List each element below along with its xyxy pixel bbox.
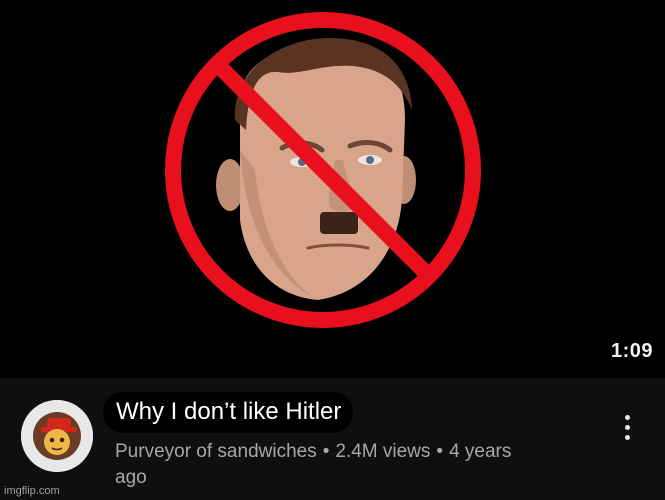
separator-dot: • (322, 441, 330, 462)
video-duration-badge: 1:09 (610, 340, 653, 362)
upload-age: 4 years (449, 441, 512, 462)
more-vertical-icon[interactable] (620, 415, 634, 445)
video-thumbnail[interactable]: 1:09 (0, 0, 665, 378)
imgflip-watermark: imgflip.com (4, 485, 60, 497)
separator-dot: • (436, 441, 444, 462)
thumbnail-artwork (0, 0, 665, 378)
video-card[interactable]: 1:09 Why I don’t like Hitler Purveyor of… (0, 0, 665, 500)
channel-name[interactable]: Purveyor of sandwiches (115, 441, 317, 462)
view-count: 2.4M views (335, 441, 431, 462)
video-title[interactable]: Why I don’t like Hitler (103, 392, 354, 433)
channel-avatar[interactable] (21, 400, 93, 472)
video-info-bar: Why I don’t like Hitler Purveyor of sand… (0, 378, 665, 500)
upload-age-suffix: ago (115, 467, 147, 488)
menu-dot (624, 425, 630, 430)
avatar-illustration (21, 400, 93, 472)
video-metadata: Purveyor of sandwiches • 2.4M views • 4 year… (115, 439, 585, 491)
menu-dot (624, 435, 630, 440)
menu-dot (624, 415, 630, 420)
